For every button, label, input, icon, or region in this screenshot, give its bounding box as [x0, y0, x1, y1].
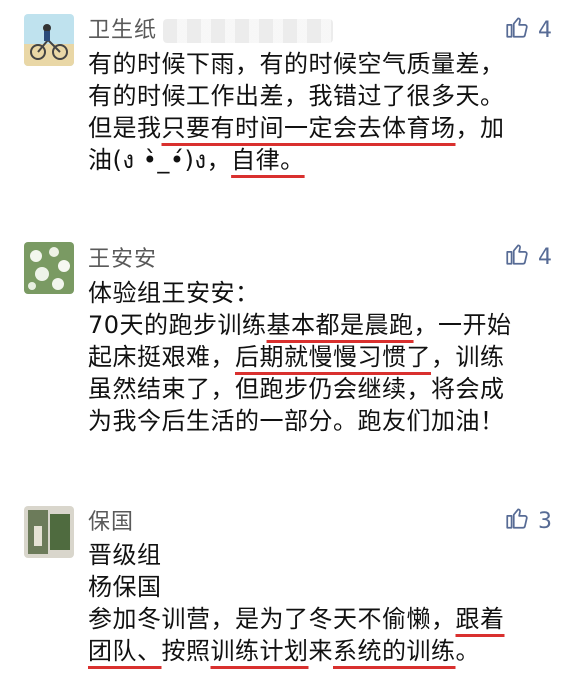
underlined-text: 系统的训练: [333, 637, 456, 665]
comment-line: 有的时候下雨，有的时候空气质量差，: [88, 48, 558, 80]
like-count: 4: [538, 244, 552, 270]
comment-text-segment: 杨保国: [88, 573, 162, 601]
comment-line: 体验组王安安：: [88, 277, 558, 309]
comment-line: 虽然结束了，但跑步仍会继续，将会成: [88, 373, 558, 405]
comment-text-segment: 为我今后生活的一部分。跑友们加油！: [88, 407, 505, 435]
comment-author: 保国: [88, 510, 135, 535]
underlined-text: 自律。: [231, 146, 305, 174]
comment-line: 但是我只要有时间一定会去体育场，加: [88, 112, 558, 144]
comment-line: 70天的跑步训练基本都是晨跑，一开始: [88, 309, 558, 341]
comment-text-segment: 体验组王安安：: [88, 279, 260, 307]
like-button[interactable]: 4: [504, 241, 552, 273]
underlined-text: 训练计划: [210, 637, 309, 665]
comment-text-segment: ，加: [455, 114, 505, 142]
thumbs-up-icon: [504, 241, 530, 273]
underlined-text: 只要有时间一定会去体育场: [161, 114, 456, 142]
comment-line: 起床挺艰难，后期就慢慢习惯了，训练: [88, 341, 558, 373]
like-count: 4: [538, 17, 552, 43]
thumbs-up-icon: [504, 505, 530, 537]
avatar[interactable]: [24, 506, 74, 558]
comment-text: 晋级组 杨保国 参加冬训营，是为了冬天不偷懒，跟着 团队、按照训练计划来系统的训练。: [88, 539, 558, 667]
avatar[interactable]: [24, 242, 74, 294]
comment-text-segment: 参加冬训营，是为了冬天不偷懒，: [88, 605, 456, 633]
comment-text-segment: 有的时候下雨，有的时候空气质量差，: [88, 50, 505, 78]
like-button[interactable]: 4: [504, 14, 552, 46]
underlined-text: 团队、: [88, 637, 162, 665]
comment-text-segment: 70天的跑步训练: [88, 311, 267, 339]
comment-line: 油(ง •̀_•́)ง，自律。: [88, 144, 558, 176]
comment-text-segment: 来: [308, 637, 333, 665]
comment-line: 杨保国: [88, 571, 558, 603]
comment-author: 卫生纸: [88, 12, 334, 44]
underlined-text: 基本都是晨跑: [266, 311, 414, 339]
comment-text-segment: 晋级组: [88, 541, 162, 569]
avatar[interactable]: [24, 14, 74, 66]
like-count: 3: [538, 508, 552, 534]
comment-text-segment: 起床挺艰难，: [88, 343, 235, 371]
comment-line: 团队、按照训练计划来系统的训练。: [88, 635, 558, 667]
comment-text-segment: ，一开始: [413, 311, 512, 339]
comment-text-segment: 按照: [161, 637, 211, 665]
comment-line: 为我今后生活的一部分。跑友们加油！: [88, 405, 558, 437]
thumbs-up-icon: [504, 14, 530, 46]
comment-text: 有的时候下雨，有的时候空气质量差， 有的时候工作出差，我错过了很多天。 但是我只要有…: [88, 48, 558, 176]
underlined-text: 跟着: [455, 605, 505, 633]
like-button[interactable]: 3: [504, 505, 552, 537]
comment-text-segment: 虽然结束了，但跑步仍会继续，将会成: [88, 375, 505, 403]
comment-text-segment: 。: [455, 637, 480, 665]
comment-text-segment: 有的时候工作出差，我错过了很多天。: [88, 82, 505, 110]
comment-author: 王安安: [88, 247, 158, 272]
underlined-text: 后期就慢慢习惯了: [235, 343, 431, 371]
comment-text-segment: 但是我: [88, 114, 162, 142]
comment-text: 体验组王安安： 70天的跑步训练基本都是晨跑，一开始 起床挺艰难，后期就慢慢习惯了，…: [88, 277, 558, 437]
comment-line: 晋级组: [88, 539, 558, 571]
comment-text-segment: ，训练: [431, 343, 505, 371]
comment-text-segment: 油(ง •̀_•́)ง，: [88, 146, 232, 174]
blurred-region: [163, 19, 334, 43]
comment-line: 参加冬训营，是为了冬天不偷懒，跟着: [88, 603, 558, 635]
comment-line: 有的时候工作出差，我错过了很多天。: [88, 80, 558, 112]
